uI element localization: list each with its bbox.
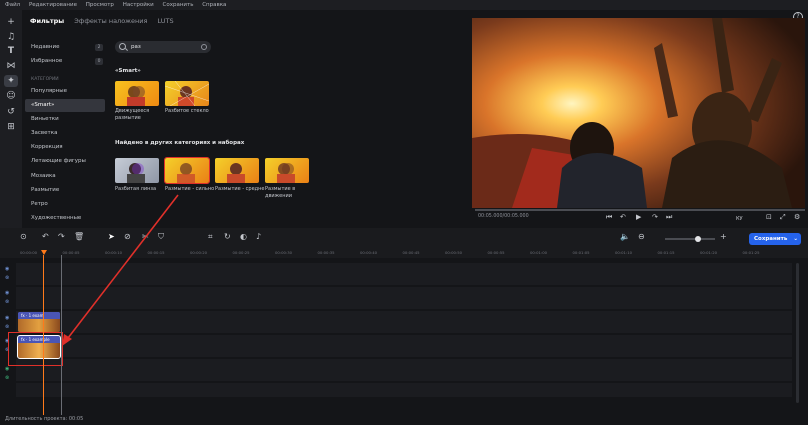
annotation-arrow (62, 194, 179, 346)
